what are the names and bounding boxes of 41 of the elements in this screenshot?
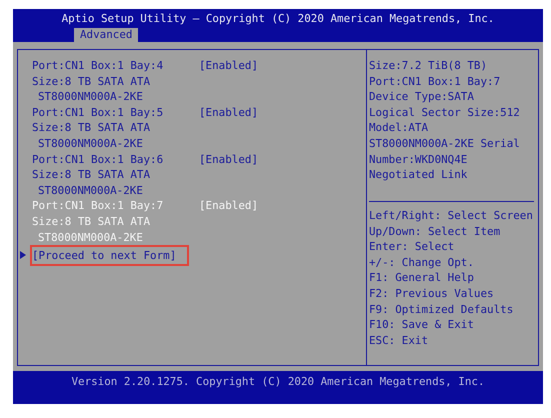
model-label: ST8000NM000A-2KE — [37, 230, 144, 246]
help-line: +/-: Change Opt. — [369, 254, 475, 270]
port-label: Port:CN1 Box:1 Bay:4 — [32, 58, 164, 74]
description-line: ST8000NM000A-2KE Serial — [369, 136, 521, 152]
help-line: Left/Right: Select Screen — [369, 208, 534, 224]
version-text: Version 2.20.1275. Copyright (C) 2020 American Megatrends, Inc. — [71, 375, 485, 389]
size-label: Size:8 TB SATA ATA — [32, 214, 152, 230]
help-line: F9: Optimized Defaults — [369, 302, 514, 318]
help-line: F10: Save & Exit — [369, 317, 475, 333]
description-line: Size:7.2 TiB(8 TB) — [369, 58, 488, 74]
model-label: ST8000NM000A-2KE — [37, 182, 144, 198]
device-item[interactable]: Port:CN1 Box:1 Bay:5 [Enabled] Size:8 TB SATA ATA ST8000NM000A-2KE — [32, 104, 258, 152]
pointer-icon — [20, 251, 26, 260]
description-line: Number:WKD0NQ4E — [369, 152, 468, 168]
option-value: [Enabled] — [199, 104, 258, 120]
help-line: F2: Previous Values — [369, 286, 495, 302]
description-line: Logical Sector Size:512 — [369, 104, 521, 120]
size-label: Size:8 TB SATA ATA — [32, 167, 152, 183]
window-title: Aptio Setup Utility – Copyright (C) 2020 American Megatrends, Inc. — [60, 11, 496, 27]
option-value: [Enabled] — [199, 152, 258, 168]
device-item[interactable]: Port:CN1 Box:1 Bay:4 [Enabled] Size:8 TB SATA ATA ST8000NM000A-2KE — [32, 58, 258, 105]
option-value: [Enabled] — [199, 198, 258, 214]
model-label: ST8000NM000A-2KE — [37, 136, 144, 152]
option-value: [Enabled] — [199, 58, 258, 74]
help-line: ESC: Exit — [369, 332, 430, 348]
size-label: Size:8 TB SATA ATA — [32, 120, 152, 136]
help-line: Up/Down: Select Item — [369, 224, 502, 240]
device-item[interactable]: Port:CN1 Box:1 Bay:6 [Enabled] Size:8 TB SATA ATA ST8000NM000A-2KE — [32, 152, 258, 198]
help-line: Enter: Select — [369, 239, 456, 255]
description-line: Model:ATA — [369, 120, 430, 136]
size-label: Size:8 TB SATA ATA — [32, 74, 152, 90]
help-line: F1: General Help — [369, 270, 475, 286]
port-label: Port:CN1 Box:1 Bay:6 — [32, 152, 164, 168]
form-link[interactable]: [Proceed to next Form] — [30, 244, 189, 266]
description-line: Negotiated Link — [369, 167, 468, 183]
port-label: Port:CN1 Box:1 Bay:7 — [32, 198, 164, 214]
tab[interactable]: Advanced — [74, 28, 138, 42]
description-line: Port:CN1 Box:1 Bay:7 — [369, 74, 502, 90]
port-label: Port:CN1 Box:1 Bay:5 — [32, 104, 164, 120]
model-label: ST8000NM000A-2KE — [37, 89, 144, 105]
description-line: Device Type:SATA — [369, 89, 475, 105]
